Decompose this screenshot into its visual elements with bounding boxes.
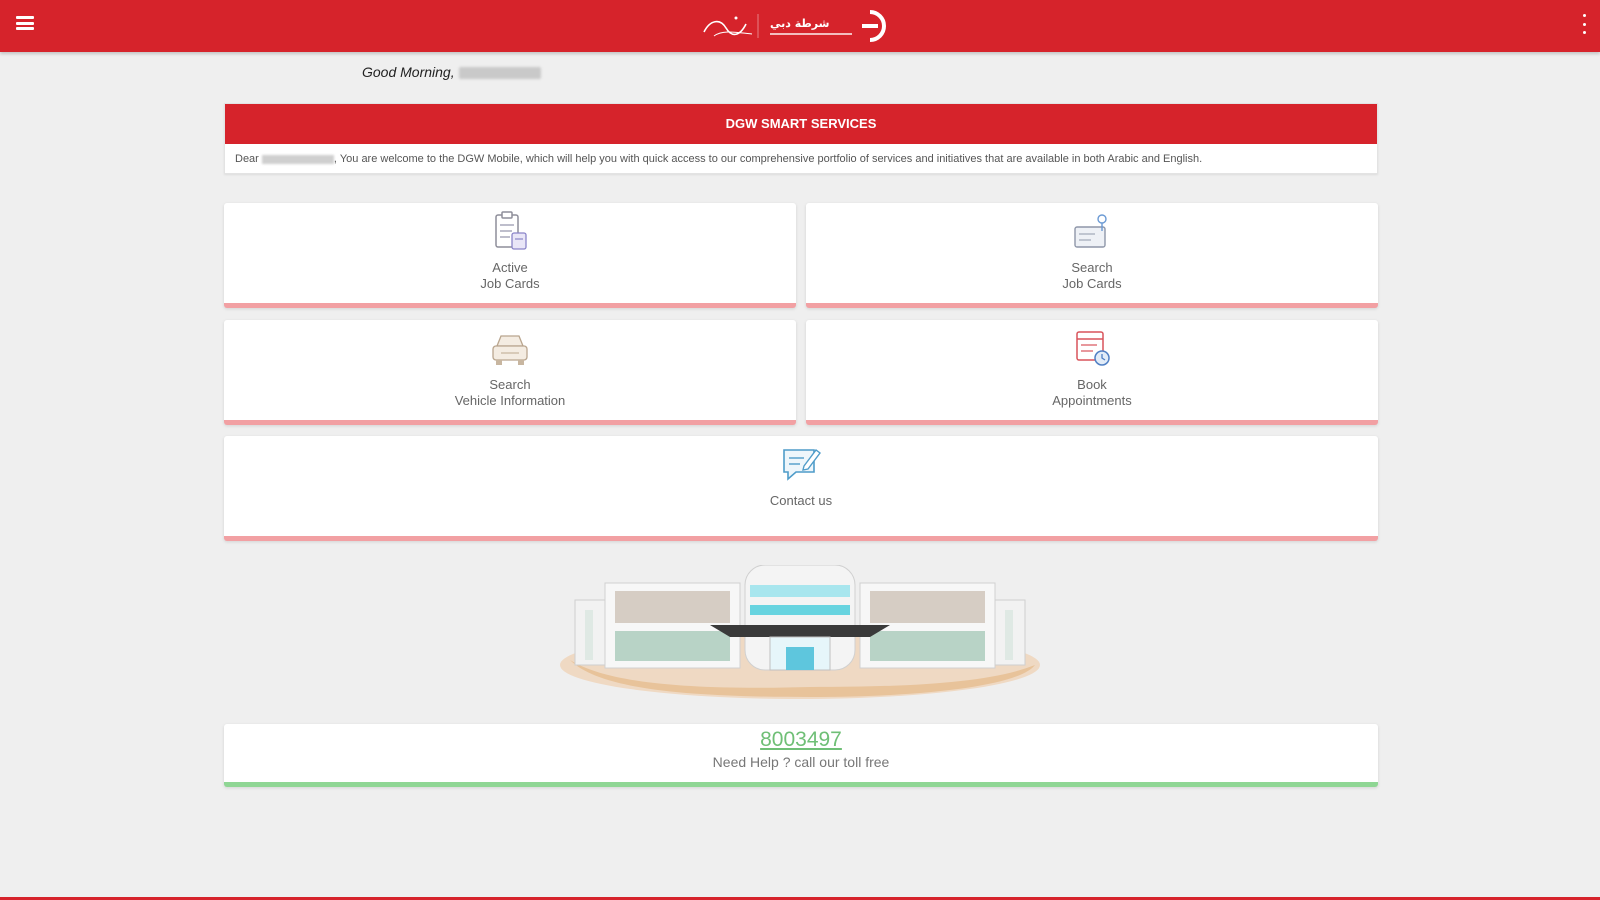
welcome-suffix: , You are welcome to the DGW Mobile, whi…: [333, 153, 1203, 165]
car-icon: [492, 335, 528, 365]
more-options-icon[interactable]: [1580, 14, 1588, 34]
card-search-icon: [1074, 214, 1107, 248]
welcome-message: Dear , You are welcome to the DGW Mobile…: [225, 144, 1377, 174]
redacted-name: [261, 154, 334, 164]
card-label: Book Appointments: [1052, 377, 1132, 408]
user-name-redacted: [458, 67, 541, 80]
search-vehicle-information-button[interactable]: Search Vehicle Information: [224, 320, 796, 425]
card-label: Search Vehicle Information: [454, 377, 566, 408]
search-job-cards-button[interactable]: Search Job Cards: [806, 203, 1378, 308]
toll-free-phone-link[interactable]: 8003497: [224, 728, 1378, 752]
building-illustration: [560, 565, 1040, 699]
help-text: Need Help ? call our toll free: [712, 754, 890, 770]
contact-us-button[interactable]: Contact us: [224, 436, 1378, 541]
clipboard-icon: [495, 211, 527, 250]
menu-icon[interactable]: [16, 16, 34, 30]
svg-text:شرطة دبي: شرطة دبي: [770, 17, 829, 30]
card-label: Contact us: [769, 493, 833, 508]
greeting: Good Morning,: [362, 64, 541, 80]
card-label: Active Job Cards: [480, 260, 540, 291]
logo: شرطة دبي: [703, 10, 886, 42]
welcome-panel: DGW SMART SERVICES Dear , You are welcom…: [224, 103, 1378, 174]
welcome-title: DGW SMART SERVICES: [225, 104, 1377, 144]
app-header: شرطة دبي: [0, 0, 1600, 52]
book-appointments-button[interactable]: Book Appointments: [806, 320, 1378, 425]
calendar-icon: [1076, 331, 1110, 366]
active-job-cards-button[interactable]: Active Job Cards: [224, 203, 796, 308]
card-label: Search Job Cards: [1062, 260, 1122, 291]
greeting-text: Good Morning,: [362, 64, 455, 80]
help-panel: 8003497 Need Help ? call our toll free: [224, 724, 1378, 787]
welcome-prefix: Dear: [235, 153, 259, 165]
chat-edit-icon: [783, 449, 821, 481]
